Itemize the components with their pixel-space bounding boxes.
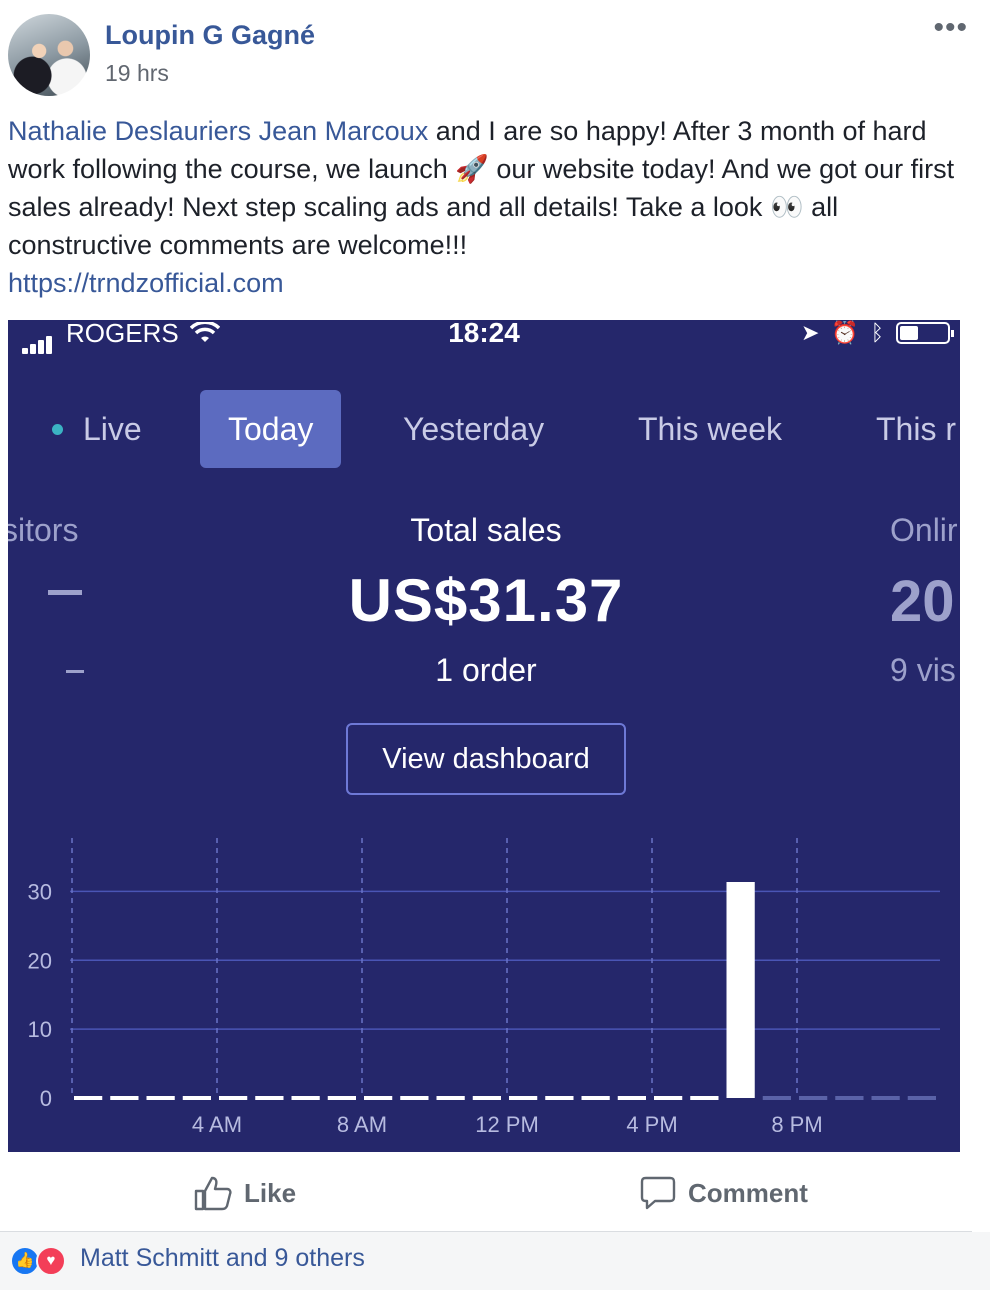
zero-bar	[690, 1096, 719, 1100]
zero-bar	[762, 1096, 791, 1100]
zero-bar	[400, 1096, 429, 1100]
tab-live-label: Live	[83, 411, 142, 447]
post-time[interactable]: 19 hrs	[105, 60, 169, 87]
mention-jean[interactable]: Jean Marcoux	[259, 116, 429, 146]
like-button[interactable]: Like	[194, 1172, 296, 1214]
tab-today[interactable]: Today	[200, 390, 342, 468]
author-avatar[interactable]	[8, 14, 90, 96]
tab-this-week[interactable]: This week	[638, 390, 782, 468]
post-link[interactable]: https://trndzofficial.com	[8, 268, 284, 298]
y-tick-label: 10	[28, 1017, 52, 1042]
zero-bar	[146, 1096, 175, 1100]
post-image[interactable]: ROGERS 18:24 ➤ ⏰ ᛒ Live Today Yesterday …	[8, 320, 960, 1152]
tab-this-month[interactable]: This r	[876, 390, 956, 468]
mention-nathalie[interactable]: Nathalie Deslauriers	[8, 116, 251, 146]
zero-bar	[291, 1096, 320, 1100]
like-label: Like	[244, 1177, 297, 1208]
zero-bar	[617, 1096, 646, 1100]
y-tick-label: 30	[28, 879, 52, 904]
y-tick-label: 0	[40, 1086, 52, 1111]
zero-bar	[835, 1096, 864, 1100]
total-sales-value: US$31.37	[348, 567, 624, 634]
comment-button[interactable]: Comment	[640, 1172, 808, 1214]
zero-bar	[436, 1096, 465, 1100]
post-header: Loupin G Gagné 19 hrs •••	[0, 0, 990, 110]
zero-bar	[327, 1096, 356, 1100]
online-sub: 9 vis	[890, 652, 956, 688]
x-tick-label: 12 PM	[475, 1112, 539, 1137]
sales-chart-svg: 0 10 20 30 4 AM 8 AM 12 PM 4 PM 8 PM	[28, 838, 940, 1137]
x-tick-label: 8 AM	[337, 1112, 387, 1137]
sales-bar	[726, 882, 755, 1098]
tab-live[interactable]: Live	[52, 390, 142, 468]
reactions-bar: 👍 ♥ Matt Schmitt and 9 others	[0, 1232, 990, 1290]
zero-bar	[654, 1096, 683, 1100]
zero-bar	[871, 1096, 900, 1100]
x-tick-label: 4 AM	[192, 1112, 242, 1137]
zero-bar	[74, 1096, 103, 1100]
love-reaction-icon: ♥	[36, 1246, 66, 1276]
sales-chart: 0 10 20 30 4 AM 8 AM 12 PM 4 PM 8 PM	[8, 820, 960, 1152]
tab-yesterday[interactable]: Yesterday	[403, 390, 544, 468]
x-tick-label: 4 PM	[626, 1112, 677, 1137]
rocket-icon: 🚀	[455, 154, 489, 184]
post-body: Nathalie Deslauriers Jean Marcoux and I …	[8, 112, 968, 302]
reactions-text[interactable]: Matt Schmitt and 9 others	[80, 1244, 365, 1273]
view-dashboard-button[interactable]: View dashboard	[346, 723, 626, 795]
location-arrow-icon: ➤	[800, 320, 820, 345]
online-value: 20	[890, 569, 955, 634]
alarm-icon: ⏰	[831, 320, 859, 345]
orders-count: 1 order	[435, 652, 537, 688]
comment-label: Comment	[688, 1177, 808, 1208]
zero-bar	[364, 1096, 393, 1100]
zero-bar	[581, 1096, 610, 1100]
zero-bar	[545, 1096, 574, 1100]
zero-bar	[219, 1096, 248, 1100]
more-horizontal-icon[interactable]: •••	[933, 13, 968, 43]
post-actions: Like Comment	[0, 1152, 972, 1232]
comment-icon	[640, 1176, 676, 1210]
total-sales-label: Total sales	[410, 512, 562, 548]
phone-status-bar: ROGERS 18:24 ➤ ⏰ ᛒ	[8, 320, 960, 366]
period-tabs: Live Today Yesterday This week This r	[8, 390, 960, 468]
reaction-icons[interactable]: 👍 ♥	[10, 1246, 74, 1276]
zero-bar	[472, 1096, 501, 1100]
zero-bar	[509, 1096, 538, 1100]
bluetooth-icon: ᛒ	[870, 320, 884, 345]
zero-bar	[799, 1096, 828, 1100]
zero-bar	[255, 1096, 284, 1100]
status-icons: ➤ ⏰ ᛒ	[800, 320, 954, 346]
x-tick-label: 8 PM	[771, 1112, 822, 1137]
zero-bar	[182, 1096, 211, 1100]
eyes-icon: 👀	[769, 192, 804, 222]
y-tick-label: 20	[28, 948, 52, 973]
thumbs-up-icon	[194, 1176, 232, 1211]
author-name[interactable]: Loupin G Gagné	[105, 20, 315, 51]
online-label: Onlir	[890, 512, 958, 548]
zero-bar	[110, 1096, 139, 1100]
zero-bar	[907, 1096, 936, 1100]
live-dot-icon	[52, 423, 63, 435]
battery-icon	[896, 322, 954, 344]
